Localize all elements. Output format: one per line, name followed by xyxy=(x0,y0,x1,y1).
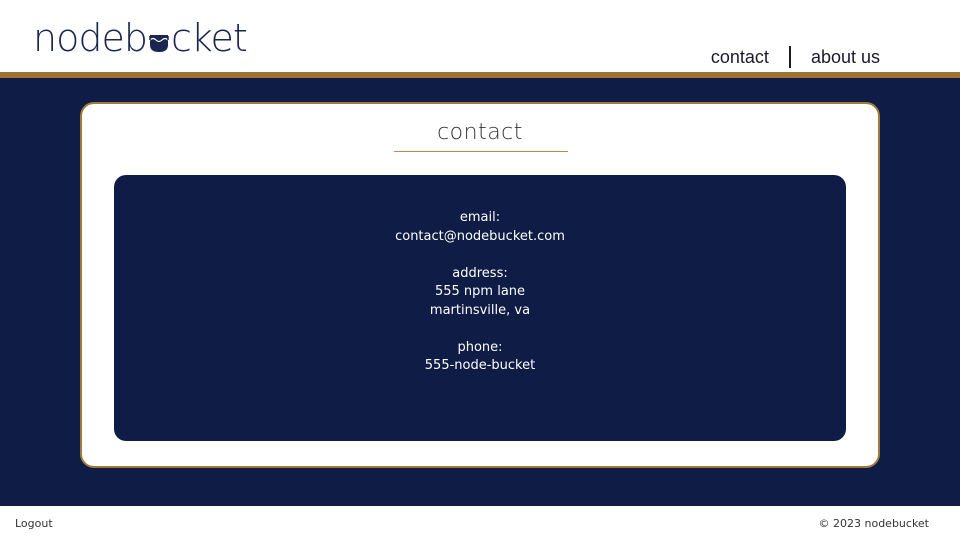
email-group: email: contact@nodebucket.com xyxy=(114,209,846,246)
title-underline xyxy=(394,151,568,152)
copyright-text: © 2023 nodebucket xyxy=(818,517,930,530)
address-line-1: 555 npm lane xyxy=(434,284,526,299)
top-nav: contact about us xyxy=(711,44,880,70)
phone-label: phone: xyxy=(457,339,503,355)
contact-card: contact email: contact@nodebucket.com ad… xyxy=(80,102,880,468)
phone-value: 555-node-bucket xyxy=(424,358,536,373)
address-group: address: 555 npm lane martinsville, va xyxy=(114,265,846,321)
bucket-u-icon xyxy=(148,20,170,52)
logo-text-end: cket xyxy=(170,16,248,60)
footer: Logout © 2023 nodebucket xyxy=(0,506,960,540)
header: nodeb cket contact about us xyxy=(0,0,960,72)
address-label: address: xyxy=(452,265,508,281)
contact-info-panel: email: contact@nodebucket.com address: 5… xyxy=(114,175,846,441)
logo[interactable]: nodeb cket xyxy=(33,14,248,60)
logout-link[interactable]: Logout xyxy=(15,517,53,530)
main-content: contact email: contact@nodebucket.com ad… xyxy=(0,78,960,506)
address-line-2: martinsville, va xyxy=(429,302,531,318)
logo-text-start: nodeb xyxy=(33,16,148,60)
nav-contact-link[interactable]: contact xyxy=(711,47,769,68)
logo-text: nodeb cket xyxy=(33,16,248,60)
page-title: contact xyxy=(437,120,523,145)
nav-about-link[interactable]: about us xyxy=(811,47,880,68)
contact-info: email: contact@nodebucket.com address: 5… xyxy=(114,209,846,394)
phone-group: phone: 555-node-bucket xyxy=(114,339,846,376)
email-label: email: xyxy=(459,210,501,225)
email-value: contact@nodebucket.com xyxy=(395,228,565,244)
nav-separator xyxy=(788,46,791,68)
